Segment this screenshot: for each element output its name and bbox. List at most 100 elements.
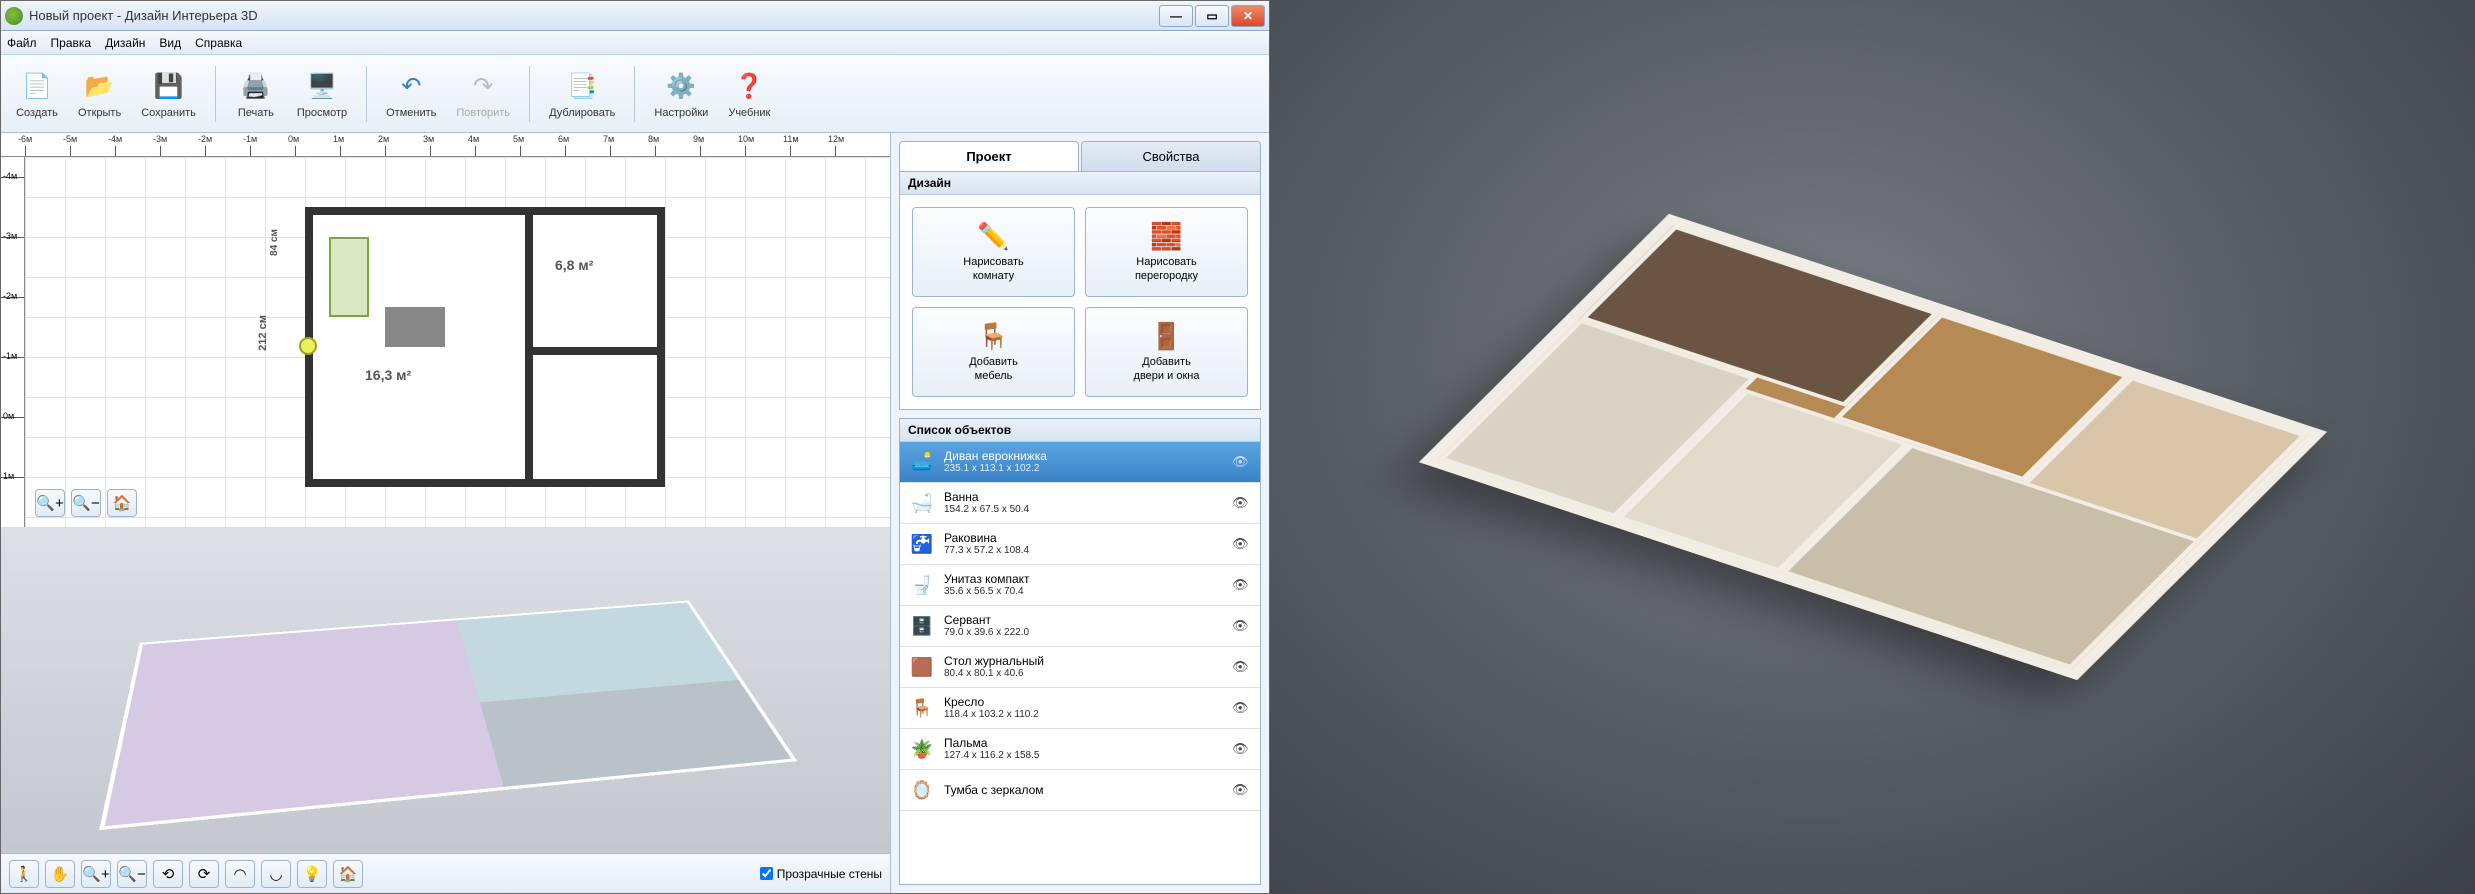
- ruler-tick-label: -2м: [3, 291, 17, 301]
- tab-project[interactable]: Проект: [899, 141, 1079, 171]
- duplicate-button[interactable]: 📑 Дублировать: [542, 64, 622, 124]
- side-tabs: Проект Свойства: [891, 133, 1269, 171]
- room-area-label: 16,3 м²: [365, 367, 411, 383]
- object-list-item[interactable]: 🚰Раковина77.3 x 57.2 x 108.4👁: [900, 524, 1260, 565]
- ruler-tick: 5м: [520, 146, 521, 156]
- visibility-toggle-icon[interactable]: 👁: [1232, 741, 1252, 757]
- object-dimensions: 35.6 x 56.5 x 70.4: [944, 586, 1224, 598]
- menu-help[interactable]: Справка: [195, 36, 242, 50]
- settings-button[interactable]: ⚙️ Настройки: [647, 64, 715, 124]
- visibility-toggle-icon[interactable]: 👁: [1232, 659, 1252, 675]
- wall-icon: 🧱: [1150, 221, 1182, 252]
- undo-button[interactable]: ↶ Отменить: [379, 64, 443, 124]
- visibility-toggle-icon[interactable]: 👁: [1232, 618, 1252, 634]
- tilt-up-button[interactable]: ◠: [225, 860, 255, 888]
- menu-edit[interactable]: Правка: [51, 36, 92, 50]
- tutorial-button[interactable]: ❓ Учебник: [721, 64, 777, 124]
- object-icon: 🛁: [908, 489, 936, 517]
- settings-label: Настройки: [654, 107, 708, 119]
- walk-mode-button[interactable]: 🚶: [9, 860, 39, 888]
- draw-room-button[interactable]: ✏️ Нарисоватькомнату: [912, 207, 1075, 297]
- open-button[interactable]: 📂 Открыть: [71, 64, 128, 124]
- redo-button[interactable]: ↷ Повторить: [449, 64, 517, 124]
- object-list-item[interactable]: 🛁 Ванна154.2 x 67.5 x 50.4 👁: [900, 483, 1260, 524]
- object-list-item[interactable]: 🛋️Диван еврокнижка235.1 x 113.1 x 102.2👁: [900, 442, 1260, 483]
- menu-file[interactable]: Файл: [7, 36, 37, 50]
- create-button[interactable]: 📄 Создать: [9, 64, 65, 124]
- object-list-item[interactable]: 🚽Унитаз компакт35.6 x 56.5 x 70.4👁: [900, 565, 1260, 606]
- footer-toolbar: 🚶 ✋ 🔍+ 🔍− ⟲ ⟳ ◠ ◡ 💡 🏠 Прозрачные стены: [1, 853, 890, 893]
- object-name: Пальма: [944, 736, 1224, 750]
- rotate-right-button[interactable]: ⟳: [189, 860, 219, 888]
- save-button[interactable]: 💾 Сохранить: [134, 64, 203, 124]
- person-icon: 🚶: [15, 865, 34, 883]
- transparent-walls-input[interactable]: [760, 867, 773, 880]
- zoom-in-3d-button[interactable]: 🔍+: [81, 860, 111, 888]
- zoom-out-button[interactable]: 🔍−: [71, 489, 101, 517]
- visibility-toggle-icon[interactable]: 👁: [1232, 782, 1252, 798]
- gear-icon: ⚙️: [663, 69, 699, 105]
- plan-canvas[interactable]: 16,3 м² 6,8 м² 212 см 84 см 🔍+ 🔍− 🏠: [25, 157, 890, 527]
- visibility-toggle-icon[interactable]: 👁: [1232, 495, 1252, 511]
- minimize-button[interactable]: —: [1159, 5, 1193, 27]
- zoom-in-button[interactable]: 🔍+: [35, 489, 65, 517]
- light-button[interactable]: 💡: [297, 860, 327, 888]
- furniture-item[interactable]: [385, 307, 445, 347]
- draw-partition-button[interactable]: 🧱 Нарисоватьперегородку: [1085, 207, 1248, 297]
- ruler-tick: 2м: [385, 146, 386, 156]
- design-buttons-grid: ✏️ Нарисоватькомнату 🧱 Нарисоватьперегор…: [900, 195, 1260, 409]
- window-controls: — ▭ ✕: [1159, 5, 1265, 27]
- selection-handle[interactable]: [299, 337, 317, 355]
- visibility-toggle-icon[interactable]: 👁: [1232, 700, 1252, 716]
- dimension-label: 84 см: [269, 229, 280, 256]
- furniture-item[interactable]: [329, 237, 369, 317]
- pan-button[interactable]: ✋: [45, 860, 75, 888]
- minimize-icon: —: [1170, 9, 1182, 23]
- print-button[interactable]: 🖨️ Печать: [228, 64, 284, 124]
- horizontal-ruler: -6м-5м-4м-3м-2м-1м0м1м2м3м4м5м6м7м8м9м10…: [1, 133, 890, 157]
- vertical-ruler: -4м-3м-2м-1м0м1м: [1, 157, 25, 527]
- add-furniture-button[interactable]: 🪑 Добавитьмебель: [912, 307, 1075, 397]
- transparent-walls-checkbox[interactable]: Прозрачные стены: [760, 867, 882, 881]
- ruler-tick-label: 0м: [288, 134, 299, 144]
- object-list-item[interactable]: 🪴Пальма127.4 x 116.2 x 158.5👁: [900, 729, 1260, 770]
- home-3d-button[interactable]: 🏠: [333, 860, 363, 888]
- floorplan[interactable]: 16,3 м² 6,8 м² 212 см 84 см: [305, 207, 665, 487]
- objects-header: Список объектов: [900, 419, 1260, 442]
- object-list-item[interactable]: 🟫Стол журнальный80.4 x 80.1 x 40.6👁: [900, 647, 1260, 688]
- home-view-button[interactable]: 🏠: [107, 489, 137, 517]
- new-file-icon: 📄: [19, 69, 55, 105]
- object-list-item[interactable]: 🪞Тумба с зеркалом👁: [900, 770, 1260, 811]
- preview-button[interactable]: 🖥️ Просмотр: [290, 64, 354, 124]
- object-list-item[interactable]: 🗄️Сервант79.0 x 39.6 x 222.0👁: [900, 606, 1260, 647]
- floor-3d-model[interactable]: [99, 600, 797, 830]
- monitor-icon: 🖥️: [304, 69, 340, 105]
- ruler-tick: 0м: [295, 146, 296, 156]
- zoom-out-3d-button[interactable]: 🔍−: [117, 860, 147, 888]
- rotate-left-button[interactable]: ⟲: [153, 860, 183, 888]
- tab-properties[interactable]: Свойства: [1081, 141, 1261, 171]
- house-floor-base: [1418, 214, 2326, 680]
- tilt-down-button[interactable]: ◡: [261, 860, 291, 888]
- maximize-button[interactable]: ▭: [1195, 5, 1229, 27]
- object-list-item[interactable]: 🪑Кресло118.4 x 103.2 x 110.2👁: [900, 688, 1260, 729]
- menu-view[interactable]: Вид: [159, 36, 181, 50]
- interior-wall[interactable]: [525, 347, 665, 355]
- zoom-in-icon: 🔍+: [82, 865, 109, 883]
- add-doors-button[interactable]: 🚪 Добавитьдвери и окна: [1085, 307, 1248, 397]
- ruler-tick-label: 6м: [558, 134, 569, 144]
- objects-list[interactable]: 🛋️Диван еврокнижка235.1 x 113.1 x 102.2👁…: [900, 442, 1260, 811]
- plan-2d-area: -4м-3м-2м-1м0м1м 16,3 м² 6,8 м² 212 см 8…: [1, 157, 890, 527]
- object-text: Ванна154.2 x 67.5 x 50.4: [944, 490, 1224, 516]
- ruler-tick: -2м: [1, 297, 24, 298]
- ruler-tick-label: 0м: [3, 411, 14, 421]
- visibility-toggle-icon[interactable]: 👁: [1232, 454, 1252, 470]
- ruler-tick-label: -3м: [153, 134, 167, 144]
- close-button[interactable]: ✕: [1231, 5, 1265, 27]
- view-3d-area[interactable]: [1, 527, 890, 853]
- object-text: Диван еврокнижка235.1 x 113.1 x 102.2: [944, 449, 1224, 475]
- visibility-toggle-icon[interactable]: 👁: [1232, 577, 1252, 593]
- ruler-tick: -3м: [1, 237, 24, 238]
- visibility-toggle-icon[interactable]: 👁: [1232, 536, 1252, 552]
- menu-design[interactable]: Дизайн: [105, 36, 145, 50]
